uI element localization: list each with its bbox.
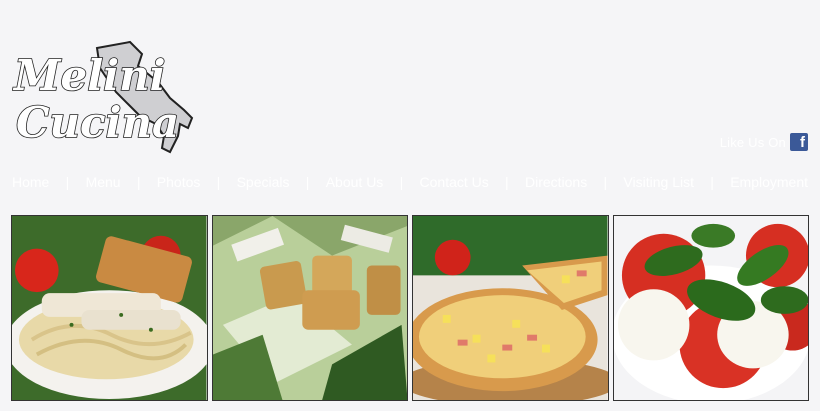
nav-separator: | [65,174,70,190]
nav-directions[interactable]: Directions [525,174,587,190]
nav-separator: | [136,174,141,190]
logo-graphic: Melini Cucina [11,40,194,154]
nav-separator: | [216,174,221,190]
nav-specials[interactable]: Specials [237,174,290,190]
melini-cucina-logo[interactable]: Melini Cucina [11,40,197,155]
logo-line-2: Cucina [16,98,179,147]
photo-hawaiian-pizza[interactable] [412,215,609,401]
logo-line-1: Melini [12,51,166,100]
nav-photos[interactable]: Photos [157,174,201,190]
pizza-image [413,216,608,400]
nav-separator: | [603,174,608,190]
nav-separator: | [710,174,714,190]
nav-separator: | [399,174,404,190]
like-us-label: Like Us On [719,134,786,150]
facebook-icon[interactable]: f [790,133,808,151]
photo-caprese-salad[interactable] [612,215,809,401]
caprese-image [613,216,808,400]
caesar-salad-image [212,216,407,400]
nav-employment[interactable]: Employment [730,174,808,190]
main-nav: Home | Menu | Photos | Specials | About … [12,174,808,190]
food-gallery [11,215,809,401]
like-us-facebook[interactable]: Like Us On f [720,133,808,151]
nav-menu[interactable]: Menu [86,174,121,190]
nav-home[interactable]: Home [12,174,49,190]
pasta-image [12,216,207,400]
photo-caesar-salad[interactable] [211,215,408,401]
nav-visiting-list[interactable]: Visiting List [623,174,694,190]
photo-pasta-chicken[interactable] [11,215,208,401]
nav-separator: | [505,174,509,190]
nav-separator: | [305,174,310,190]
nav-about-us[interactable]: About Us [326,174,384,190]
nav-contact-us[interactable]: Contact Us [420,174,489,190]
